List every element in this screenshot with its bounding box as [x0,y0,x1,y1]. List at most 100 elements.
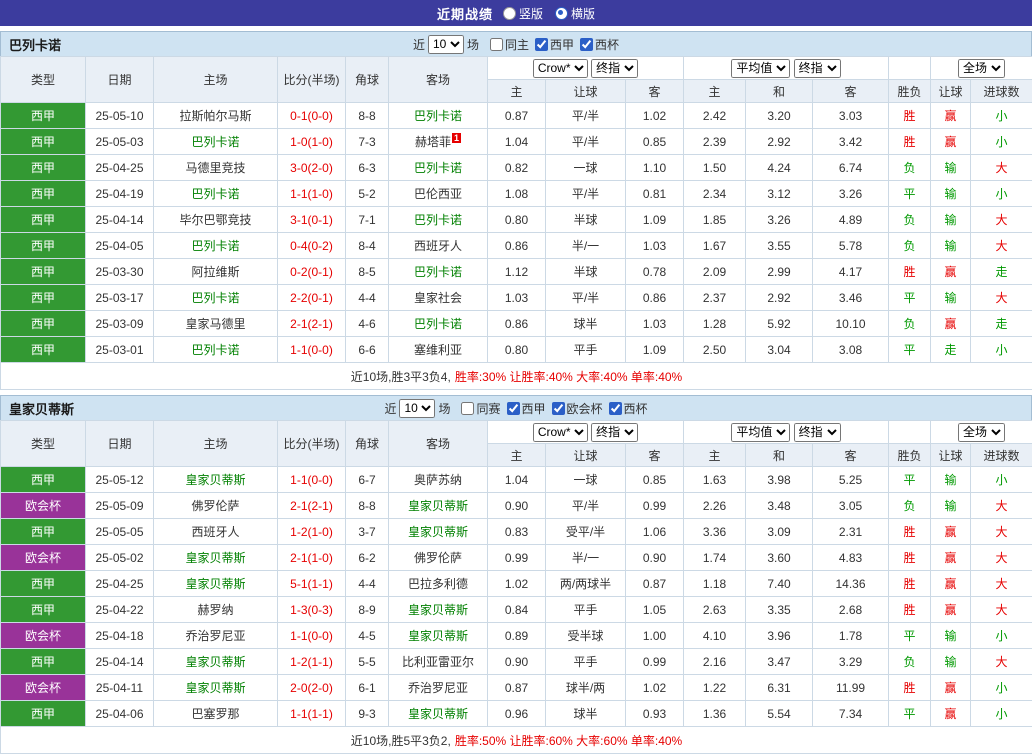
checkbox-input[interactable] [490,38,503,51]
team-link[interactable]: 皇家贝蒂斯 [185,681,245,695]
team-link[interactable]: 阿拉维斯 [191,265,239,279]
team-link[interactable]: 巴列卡诺 [414,109,462,123]
team-link[interactable]: 皇家贝蒂斯 [185,655,245,669]
team-link[interactable]: 塞维利亚 [414,343,462,357]
competition-checkbox[interactable]: 欧会杯 [546,400,603,417]
eu-away-odds-cell: 3.08 [813,337,889,363]
competition-checkbox[interactable]: 西甲 [529,36,574,53]
team-link[interactable]: 毕尔巴鄂竞技 [179,213,251,227]
competition-checkbox[interactable]: 同主 [484,36,529,53]
team-link[interactable]: 皇家贝蒂斯 [408,629,468,643]
team-link[interactable]: 巴列卡诺 [191,291,239,305]
team-link[interactable]: 西班牙人 [191,525,239,539]
checkbox-label: 同赛 [476,400,500,417]
team-link[interactable]: 巴列卡诺 [414,317,462,331]
match-row: 西甲25-05-05西班牙人1-2(1-0)3-7皇家贝蒂斯0.83受平/半1.… [1,519,1032,545]
ah-result-cell: 输 [931,207,971,233]
checkbox-input[interactable] [609,402,622,415]
fullmatch-select[interactable]: 全场 [958,59,1005,78]
score-cell: 3-1(0-1) [278,207,346,233]
away-team-cell: 皇家贝蒂斯 [389,623,488,649]
euro-final-odds-select[interactable]: 终指 [794,59,841,78]
col-header-away: 客场 [389,421,488,467]
average-odds-select[interactable]: 平均值 [731,423,790,442]
team-link[interactable]: 巴列卡诺 [414,265,462,279]
ah-result-cell: 输 [931,623,971,649]
team-link[interactable]: 比利亚雷亚尔 [402,655,474,669]
team-link[interactable]: 皇家贝蒂斯 [185,473,245,487]
team-link[interactable]: 皇家马德里 [185,317,245,331]
team-link[interactable]: 巴拉多利德 [408,577,468,591]
ah-home-odds-cell: 0.96 [488,701,546,727]
team-link[interactable]: 皇家贝蒂斯 [408,525,468,539]
team-link[interactable]: 皇家贝蒂斯 [408,499,468,513]
col-header-result: 胜负 [889,80,931,103]
team-link[interactable]: 拉斯帕尔马斯 [179,109,251,123]
fullmatch-select[interactable]: 全场 [958,423,1005,442]
average-odds-select[interactable]: 平均值 [731,59,790,78]
team-link[interactable]: 乔治罗尼亚 [408,681,468,695]
checkbox-input[interactable] [552,402,565,415]
team-link[interactable]: 皇家贝蒂斯 [185,551,245,565]
layout-radio-vertical[interactable]: 竖版 [503,5,543,22]
ah-result-cell: 赢 [931,675,971,701]
corners-cell: 5-2 [346,181,389,207]
team-link[interactable]: 巴伦西亚 [414,187,462,201]
team-link[interactable]: 佛罗伦萨 [414,551,462,565]
team-link[interactable]: 巴塞罗那 [191,707,239,721]
team-link[interactable]: 佛罗伦萨 [191,499,239,513]
team-link[interactable]: 皇家社会 [414,291,462,305]
asian-final-odds-select[interactable]: 终指 [591,59,638,78]
checkbox-input[interactable] [580,38,593,51]
col-header-eu-home: 主 [684,80,746,103]
ah-home-odds-cell: 1.08 [488,181,546,207]
team-link[interactable]: 皇家贝蒂斯 [408,707,468,721]
team-link[interactable]: 巴列卡诺 [191,135,239,149]
team-link[interactable]: 巴列卡诺 [414,161,462,175]
competition-checkbox[interactable]: 西杯 [603,400,648,417]
date-cell: 25-05-09 [86,493,154,519]
bookmaker-select[interactable]: Crow* [533,423,588,442]
competition-checkbox[interactable]: 西甲 [501,400,546,417]
col-header-ah-home: 主 [488,80,546,103]
checkbox-input[interactable] [507,402,520,415]
competition-checkbox[interactable]: 同赛 [455,400,500,417]
team-link[interactable]: 马德里竞技 [185,161,245,175]
ou-result-cell: 大 [971,207,1032,233]
corners-cell: 6-1 [346,675,389,701]
team-link[interactable]: 奥萨苏纳 [414,473,462,487]
away-team-cell: 皇家贝蒂斯 [389,701,488,727]
team-link[interactable]: 皇家贝蒂斯 [408,603,468,617]
eu-away-odds-cell: 4.83 [813,545,889,571]
euro-final-odds-select[interactable]: 终指 [794,423,841,442]
layout-radio-horizontal[interactable]: 横版 [555,5,595,22]
checkbox-label: 西杯 [595,36,619,53]
team-link[interactable]: 巴列卡诺 [414,213,462,227]
eu-draw-odds-cell: 3.60 [746,545,813,571]
result-cell: 胜 [889,129,931,155]
team-link[interactable]: 巴列卡诺 [191,343,239,357]
team-link[interactable]: 巴列卡诺 [191,239,239,253]
asian-final-odds-select[interactable]: 终指 [591,423,638,442]
competition-checkbox[interactable]: 西杯 [574,36,619,53]
recent-count-select[interactable]: 10 [399,399,435,418]
team-link[interactable]: 西班牙人 [414,239,462,253]
team-link[interactable]: 乔治罗尼亚 [185,629,245,643]
corners-cell: 4-5 [346,623,389,649]
ah-line-cell: 两/两球半 [546,571,626,597]
team-link[interactable]: 巴列卡诺 [191,187,239,201]
eu-home-odds-cell: 1.67 [684,233,746,259]
ou-result-cell: 大 [971,285,1032,311]
team-section: 巴列卡诺 近 10 场 同主西甲西杯 类型 日期 主场 比分(半场) [0,31,1032,390]
bookmaker-select[interactable]: Crow* [533,59,588,78]
date-cell: 25-04-14 [86,207,154,233]
checkbox-input[interactable] [535,38,548,51]
home-team-cell: 巴列卡诺 [154,285,278,311]
team-link[interactable]: 赫塔菲 [415,135,451,149]
checkbox-input[interactable] [461,402,474,415]
result-cell: 胜 [889,597,931,623]
section-header-bar: 皇家贝蒂斯 近 10 场 同赛西甲欧会杯西杯 [0,395,1032,420]
recent-count-select[interactable]: 10 [428,35,464,54]
team-link[interactable]: 赫罗纳 [197,603,233,617]
team-link[interactable]: 皇家贝蒂斯 [185,577,245,591]
